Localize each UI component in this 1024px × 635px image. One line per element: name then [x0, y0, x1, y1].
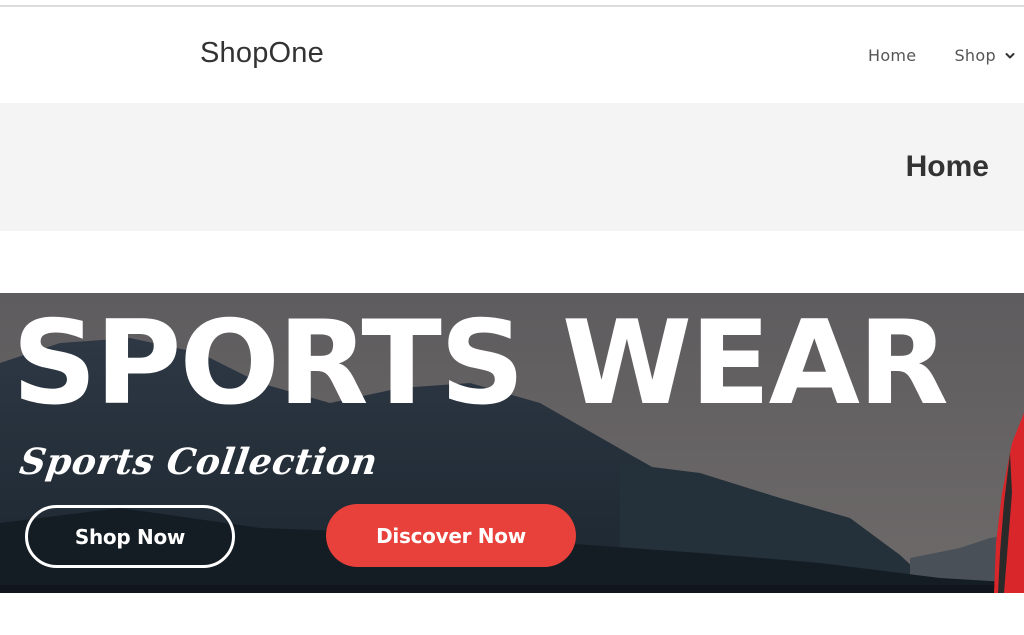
- nav-item-label: Home: [868, 46, 917, 65]
- chevron-down-icon: [1005, 52, 1015, 58]
- page-title-banner: Home: [0, 103, 1024, 231]
- main-nav: Home Shop: [868, 46, 1015, 65]
- page-title: Home: [905, 150, 989, 183]
- model-jacket-image: [994, 413, 1024, 593]
- nav-item-shop[interactable]: Shop: [954, 46, 1015, 65]
- nav-item-label: Shop: [954, 46, 996, 65]
- discover-now-button[interactable]: Discover Now: [326, 504, 576, 567]
- hero-banner: SPORTS WEAR Sports Collection Shop Now D…: [0, 293, 1024, 593]
- site-header: ShopOne Home Shop: [0, 7, 1024, 103]
- hero-subtitle: Sports Collection: [17, 441, 381, 483]
- site-logo[interactable]: ShopOne: [200, 37, 324, 70]
- nav-item-home[interactable]: Home: [868, 46, 916, 65]
- hero-title: SPORTS WEAR: [12, 295, 949, 431]
- shop-now-button[interactable]: Shop Now: [25, 505, 235, 568]
